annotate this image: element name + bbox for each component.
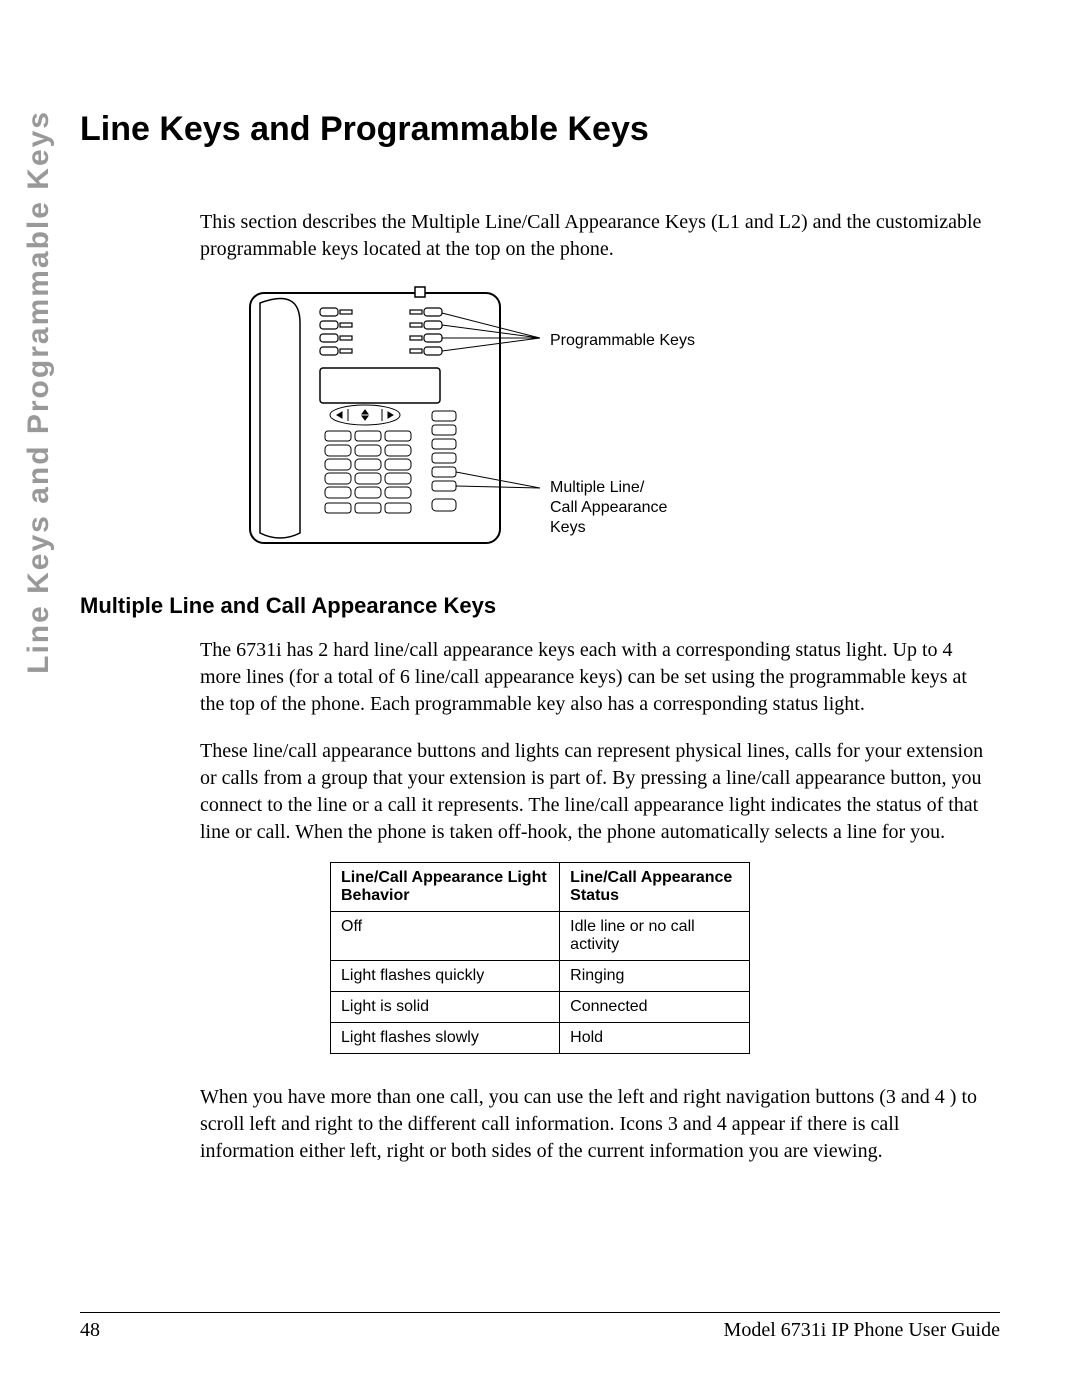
table-cell: Light flashes quickly xyxy=(331,961,560,992)
table-row: Light flashes slowly Hold xyxy=(331,1023,750,1054)
table-cell: Light flashes slowly xyxy=(331,1023,560,1054)
paragraph-3: When you have more than one call, you ca… xyxy=(200,1084,990,1165)
table-row: Light is solid Connected xyxy=(331,992,750,1023)
page-heading: Line Keys and Programmable Keys xyxy=(80,110,1000,149)
paragraph-2: These line/call appearance buttons and l… xyxy=(200,738,990,846)
callout-line-keys: Multiple Line/ Call Appearance Keys xyxy=(550,478,667,538)
table-cell: Off xyxy=(331,912,560,961)
sidebar-section-label: Line Keys and Programmable Keys xyxy=(22,110,56,674)
table-cell: Idle line or no call activity xyxy=(560,912,750,961)
page-number: 48 xyxy=(80,1319,100,1342)
table-cell: Ringing xyxy=(560,961,750,992)
footer-divider xyxy=(80,1312,1000,1313)
table-cell: Connected xyxy=(560,992,750,1023)
table-cell: Hold xyxy=(560,1023,750,1054)
table-header-row: Line/Call Appearance Light Behavior Line… xyxy=(331,863,750,912)
table-row: Off Idle line or no call activity xyxy=(331,912,750,961)
phone-diagram: Programmable Keys Multiple Line/ Call Ap… xyxy=(240,283,800,553)
phone-illustration xyxy=(240,283,540,553)
guide-title: Model 6731i IP Phone User Guide xyxy=(724,1319,1000,1342)
callout-programmable-keys: Programmable Keys xyxy=(550,331,695,351)
table-row: Light flashes quickly Ringing xyxy=(331,961,750,992)
light-behavior-table: Line/Call Appearance Light Behavior Line… xyxy=(330,862,750,1054)
intro-paragraph: This section describes the Multiple Line… xyxy=(200,209,990,263)
subheading: Multiple Line and Call Appearance Keys xyxy=(80,593,1000,619)
table-cell: Light is solid xyxy=(331,992,560,1023)
table-header-2: Line/Call Appearance Status xyxy=(560,863,750,912)
table-header-1: Line/Call Appearance Light Behavior xyxy=(331,863,560,912)
page-footer: 48 Model 6731i IP Phone User Guide xyxy=(80,1312,1000,1342)
paragraph-1: The 6731i has 2 hard line/call appearanc… xyxy=(200,637,990,718)
